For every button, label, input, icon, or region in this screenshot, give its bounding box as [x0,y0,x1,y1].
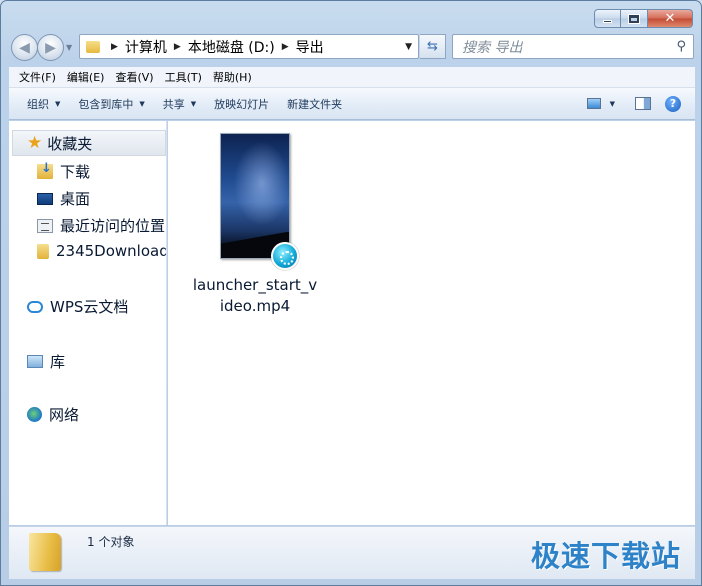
breadcrumb-export[interactable]: 导出 [296,37,324,57]
refresh-icon: ⇆ [427,39,438,54]
file-name: launcher_start_video.mp4 [192,276,318,315]
cloud-icon [27,300,43,313]
breadcrumb-arrow-icon[interactable]: ▶ [174,42,181,52]
breadcrumb-local-disk[interactable]: 本地磁盘 (D:) [188,37,275,57]
forward-arrow-icon: ▶ [45,39,56,56]
minimize-button[interactable] [594,9,621,28]
menu-edit[interactable]: 编辑(E) [67,69,105,85]
back-arrow-icon: ◀ [19,39,30,56]
menu-help[interactable]: 帮助(H) [213,69,252,85]
folder-icon [37,243,49,259]
sidebar-item-label: 收藏夹 [47,134,93,153]
change-view-icon[interactable] [586,98,601,109]
slideshow-button[interactable]: 放映幻灯片 [214,96,269,112]
chevron-down-icon: ▼ [55,99,61,108]
caption-buttons: ✕ [594,9,693,28]
item-count: 1 个对象 [87,535,135,549]
preview-pane-icon[interactable] [635,97,651,110]
library-icon [27,355,43,368]
forward-button[interactable]: ▶ [37,34,64,61]
chevron-down-icon[interactable]: ▼ [610,100,615,108]
breadcrumb-arrow-icon[interactable]: ▶ [111,42,118,52]
sidebar-item-network[interactable]: 网络 [27,404,79,425]
nav-buttons: ◀ ▶ ▼ [11,34,72,61]
sidebar-item-recent-places[interactable]: 最近访问的位置 [37,215,165,236]
recent-places-icon [37,218,53,233]
breadcrumb-computer[interactable]: 计算机 [125,37,167,57]
sidebar-item-2345downloads[interactable]: 2345Downloads [37,242,167,260]
sidebar-item-label: 网络 [49,406,80,424]
folder-icon [29,533,61,571]
search-icon[interactable]: ⚲ [676,39,686,54]
menu-file[interactable]: 文件(F) [19,69,56,85]
file-list: launcher_start_video.mp4 [168,121,695,525]
help-icon[interactable]: ? [665,95,681,112]
sidebar-item-label: 桌面 [60,190,91,208]
menu-tools[interactable]: 工具(T) [165,69,202,85]
address-bar[interactable]: ▶ 计算机 ▶ 本地磁盘 (D:) ▶ 导出 ▼ [79,34,419,59]
sidebar-item-downloads[interactable]: 下载 [37,161,90,182]
maximize-icon [629,14,639,23]
chevron-down-icon: ▼ [139,99,145,108]
breadcrumb-arrow-icon[interactable]: ▶ [282,42,289,52]
new-folder-button[interactable]: 新建文件夹 [287,96,342,112]
sidebar-item-favorites[interactable]: ★ 收藏夹 [12,130,166,156]
sidebar-item-label: WPS云文档 [50,298,129,316]
menu-view[interactable]: 查看(V) [115,69,153,85]
sidebar-item-label: 下载 [60,163,91,181]
navigation-pane: ★ 收藏夹 下载 桌面 最近访问的位置 2345Downloads WPS云文档… [9,121,167,525]
close-icon: ✕ [664,11,676,26]
desktop-icon [37,192,53,205]
back-button[interactable]: ◀ [11,34,38,61]
watermark-logo: 极速下载站 [530,539,681,573]
include-in-library-button[interactable]: 包含到库中 ▼ [78,96,144,112]
explorer-window: ✕ ◀ ▶ ▼ ▶ 计算机 ▶ 本地磁盘 (D:) ▶ 导出 ▼ ⇆ 搜索 导出… [0,0,702,586]
maximize-button[interactable] [621,9,648,28]
chevron-down-icon: ▼ [190,99,197,108]
refresh-button[interactable]: ⇆ [420,34,446,59]
close-button[interactable]: ✕ [648,9,693,28]
video-thumbnail [220,133,299,270]
menu-bar: 文件(F) 编辑(E) 查看(V) 工具(T) 帮助(H) [9,67,695,88]
star-icon: ★ [27,133,43,153]
minimize-icon [603,20,612,23]
sidebar-item-label: 最近访问的位置 [60,217,166,235]
sidebar-item-libraries[interactable]: 库 [27,351,65,372]
network-icon [27,407,42,422]
sidebar-item-label: 库 [50,353,66,371]
download-folder-icon [37,161,53,179]
sidebar-item-wps-cloud[interactable]: WPS云文档 [27,296,128,317]
view-controls: ▼ ? [586,95,695,112]
command-bar: 组织 ▼ 包含到库中 ▼ 共享 ▼ 放映幻灯片 新建文件夹 ▼ ? [9,88,695,120]
sidebar-item-desktop[interactable]: 桌面 [37,188,90,209]
chevron-down-icon[interactable]: ▼ [405,42,412,52]
folder-icon [86,40,100,53]
organize-button[interactable]: 组织 ▼ [27,96,60,112]
share-button[interactable]: 共享 ▼ [163,96,196,112]
sidebar-item-label: 2345Downloads [56,242,167,260]
video-player-icon [271,242,299,270]
recent-pages-dropdown[interactable]: ▼ [66,43,72,52]
search-placeholder: 搜索 导出 [462,39,523,56]
list-item[interactable]: launcher_start_video.mp4 [190,133,320,317]
search-input[interactable]: 搜索 导出 ⚲ [452,34,694,59]
